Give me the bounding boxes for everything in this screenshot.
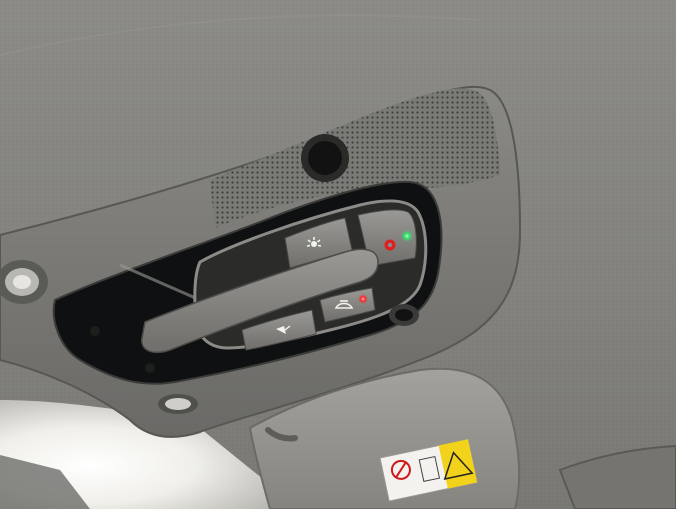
- screw: [90, 326, 100, 336]
- lower-lamp: [158, 394, 198, 414]
- lamp-icon: [13, 275, 31, 289]
- microphone-inner: [308, 141, 342, 175]
- screw: [145, 363, 155, 373]
- sunroof-status-led: [358, 294, 368, 304]
- lamp-icon: [165, 398, 191, 410]
- car-overhead-console-scene: [0, 0, 676, 509]
- console-illustration: [0, 0, 676, 509]
- right-sensor: [389, 304, 419, 326]
- sos-status-led: [401, 230, 413, 242]
- sensor-icon: [395, 309, 413, 321]
- sos-icon: [384, 239, 396, 251]
